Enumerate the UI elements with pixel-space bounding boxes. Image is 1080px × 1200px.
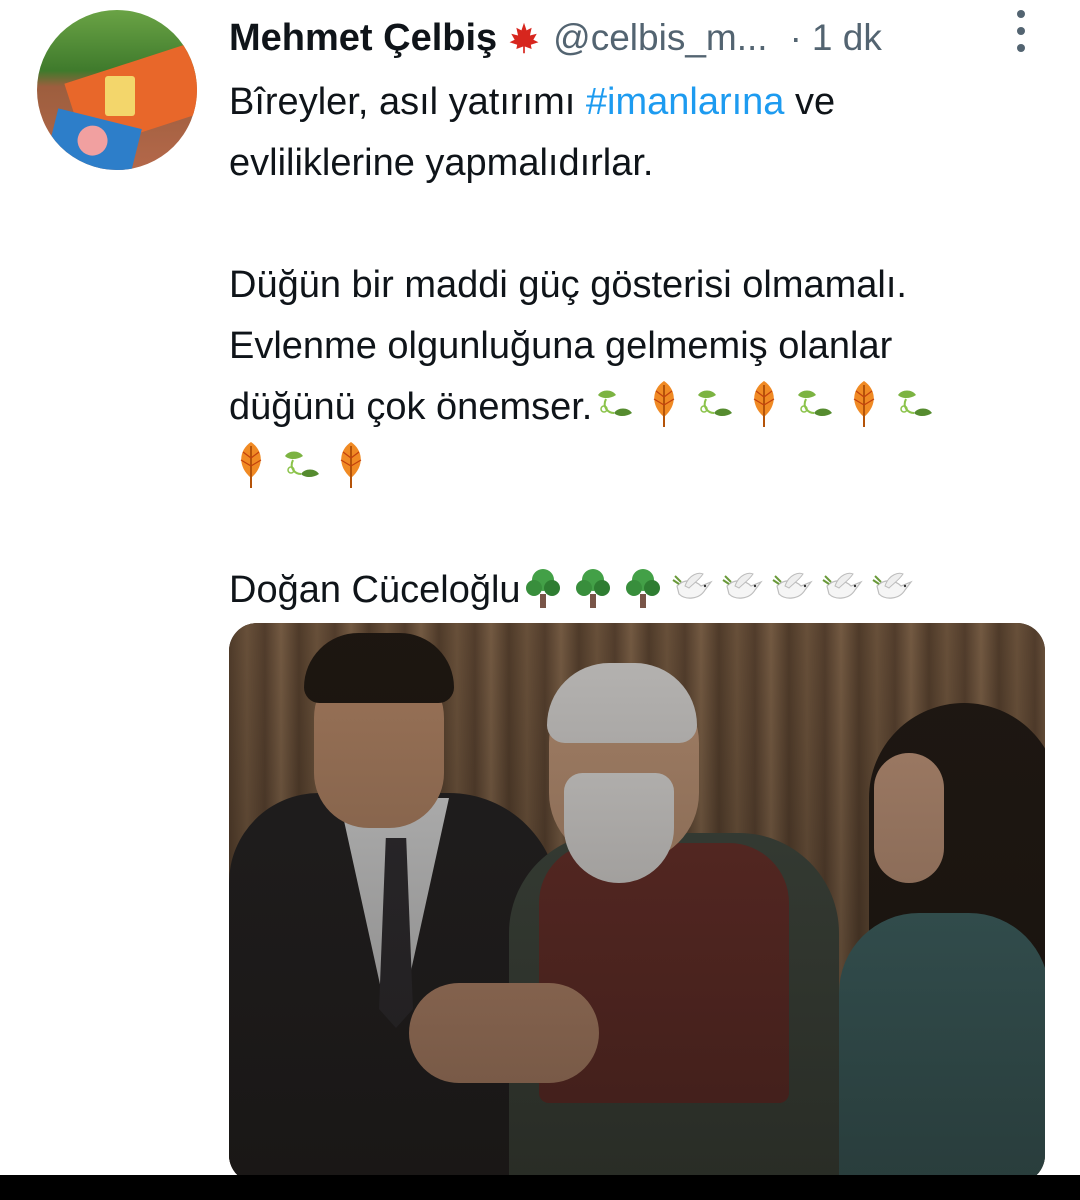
autumn-leaf-icon — [842, 379, 886, 429]
tweet-line-4: Evlenme olgunluğuna gelmemiş olanlar — [229, 325, 893, 367]
more-options-icon[interactable] — [1010, 10, 1032, 52]
tree-icon — [571, 566, 615, 610]
tweet-line-3: Düğün bir maddi güç gösterisi olmamalı. — [229, 264, 907, 306]
author-handle[interactable]: @celbis_m... — [553, 17, 767, 59]
tweet-line-2: evliliklerine yapmalıdırlar. — [229, 142, 654, 184]
tree-icon — [521, 566, 565, 610]
separator-dot: · — [789, 17, 802, 58]
tweet-header: Mehmet Çelbiş @celbis_m... · 1 dk — [229, 12, 1029, 64]
tweet[interactable]: Mehmet Çelbiş @celbis_m... · 1 dk Bîreyl… — [0, 0, 1080, 1200]
autumn-leaf-icon — [742, 379, 786, 429]
leaves-icon — [279, 446, 323, 496]
dove-icon — [771, 566, 815, 610]
hashtag-link[interactable]: #imanlarına — [586, 81, 785, 123]
leaves-icon — [692, 385, 736, 435]
autumn-leaf-icon — [229, 440, 273, 490]
tweet-text: Bîreyler, asıl yatırımı #imanlarına ve e… — [229, 72, 1059, 621]
dove-icon — [821, 566, 865, 610]
tweet-photo[interactable] — [229, 623, 1045, 1183]
autumn-leaf-icon — [329, 440, 373, 490]
tweet-line-5: düğünü çok önemser. — [229, 377, 1059, 438]
leaves-icon — [792, 385, 836, 435]
author-name[interactable]: Mehmet Çelbiş — [229, 17, 497, 60]
autumn-leaf-icon — [642, 379, 686, 429]
dove-icon — [871, 566, 915, 610]
leaves-icon — [592, 385, 636, 435]
tweet-line-1: Bîreyler, asıl yatırımı #imanlarına ve — [229, 81, 836, 123]
timestamp[interactable]: 1 dk — [812, 17, 882, 59]
tree-icon — [621, 566, 665, 610]
tweet-line-7: Doğan Cüceloğlu — [229, 560, 1059, 621]
maple-leaf-icon — [509, 22, 539, 54]
leaves-icon — [892, 385, 936, 435]
avatar[interactable] — [37, 10, 197, 170]
dove-icon — [721, 566, 765, 610]
bottom-bar — [0, 1175, 1080, 1200]
tweet-line-6 — [229, 438, 1059, 499]
avatar-mug — [105, 76, 135, 116]
dove-icon — [671, 566, 715, 610]
